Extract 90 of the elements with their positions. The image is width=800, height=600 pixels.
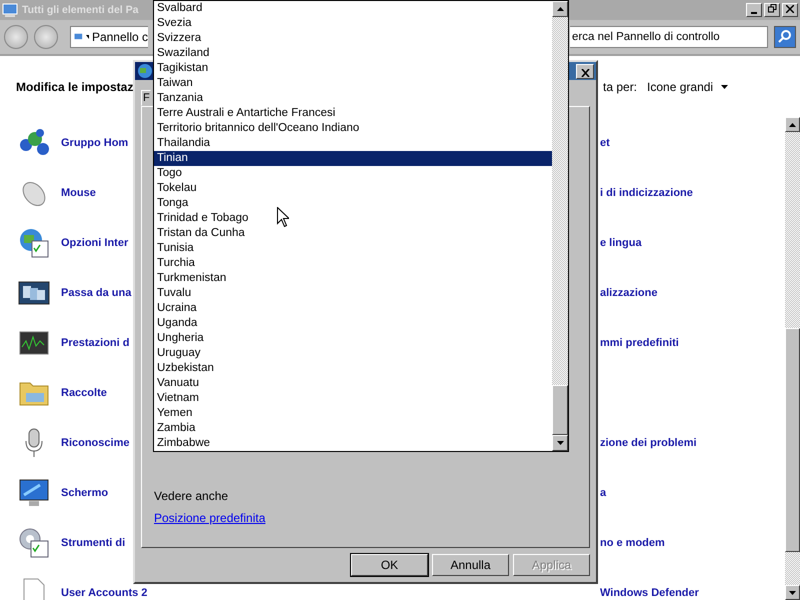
see-also-label: Vedere anche [154, 489, 230, 503]
caret-icon [86, 35, 89, 39]
country-option[interactable]: Vanuatu [154, 376, 552, 391]
restore-icon [768, 4, 776, 13]
country-option[interactable]: Tristan da Cunha [154, 226, 552, 241]
close-icon [580, 68, 590, 76]
country-option[interactable]: Tagikistan [154, 61, 552, 76]
scroll-down-button[interactable] [785, 585, 800, 600]
country-option[interactable]: Zimbabwe [154, 436, 552, 451]
country-option[interactable]: Svalbard [154, 1, 552, 16]
control-panel-item[interactable]: User Accounts 2 [61, 587, 148, 599]
back-button[interactable] [4, 25, 28, 49]
scroll-up-button[interactable] [785, 117, 800, 132]
country-option[interactable]: Svizzera [154, 31, 552, 46]
address-bar[interactable]: Pannello c [70, 26, 148, 48]
country-option[interactable]: Tunisia [154, 241, 552, 256]
search-field[interactable]: erca nel Pannello di controllo [570, 26, 768, 48]
country-option[interactable]: Tanzania [154, 91, 552, 106]
control-panel-item[interactable]: i di indicizzazione [600, 187, 693, 199]
country-option[interactable]: Turkmenistan [154, 271, 552, 286]
country-option[interactable]: Uzbekistan [154, 361, 552, 376]
globe-checklist-icon [18, 227, 50, 259]
globe-icon [137, 63, 153, 79]
control-panel-item[interactable]: et [600, 137, 610, 149]
country-option[interactable]: Togo [154, 166, 552, 181]
control-panel-item[interactable]: Strumenti di [61, 537, 126, 549]
view-dropdown[interactable]: Icone grandi [647, 80, 728, 94]
country-option[interactable]: Ucraina [154, 301, 552, 316]
minimize-icon [751, 12, 757, 14]
address-text: Pannello c [92, 30, 148, 44]
down-arrow-icon [789, 590, 796, 594]
forward-button[interactable] [34, 25, 58, 49]
country-option[interactable]: Tinian [154, 151, 552, 166]
dialog-tab[interactable]: F [141, 90, 151, 106]
country-option[interactable]: Taiwan [154, 76, 552, 91]
down-arrow-icon [556, 441, 564, 445]
page-heading: Modifica le impostaz [16, 80, 134, 94]
country-option[interactable]: Zambia [154, 421, 552, 436]
control-panel-item[interactable]: e lingua [600, 237, 642, 249]
control-panel-item[interactable]: Schermo [61, 487, 108, 499]
control-panel-item[interactable]: Gruppo Hom [61, 137, 128, 149]
dialog-button[interactable]: Annulla [432, 554, 509, 576]
country-option[interactable]: Territorio britannico dell'Oceano Indiano [154, 121, 552, 136]
monitor-icon [18, 477, 50, 509]
country-option[interactable]: Tonga [154, 196, 552, 211]
scroll-down-button[interactable] [552, 435, 568, 451]
up-arrow-icon [789, 122, 796, 126]
scroll-thumb[interactable] [785, 328, 800, 552]
control-panel-item[interactable]: Passa da una [61, 287, 132, 299]
cursor-icon [277, 207, 289, 227]
country-option[interactable]: Vietnam [154, 391, 552, 406]
control-panel-item[interactable]: mmi predefiniti [600, 337, 679, 349]
scroll-thumb[interactable] [552, 385, 568, 435]
scrollbar[interactable] [785, 117, 800, 600]
scroll-up-button[interactable] [552, 1, 568, 17]
control-panel-item[interactable]: zione dei problemi [600, 437, 697, 449]
country-option[interactable]: Uganda [154, 316, 552, 331]
close-button[interactable] [782, 3, 798, 17]
country-option[interactable]: Svezia [154, 16, 552, 31]
country-option[interactable]: Ungheria [154, 331, 552, 346]
dialog-button[interactable]: OK [351, 554, 428, 576]
default-location-link[interactable]: Posizione predefinita [154, 511, 266, 525]
minimize-button[interactable] [746, 3, 762, 17]
control-panel-item[interactable]: Riconoscime [61, 437, 130, 449]
control-panel-item[interactable]: Windows Defender [600, 587, 699, 599]
control-panel-item[interactable]: Prestazioni d [61, 337, 130, 349]
control-panel-item[interactable]: a [600, 487, 606, 499]
control-panel-item[interactable]: Raccolte [61, 387, 107, 399]
search-button[interactable] [774, 26, 796, 48]
control-panel-item[interactable]: Opzioni Inter [61, 237, 128, 249]
restore-button[interactable] [764, 3, 780, 17]
control-panel-item[interactable]: no e modem [600, 537, 665, 549]
control-panel-item[interactable]: alizzazione [600, 287, 658, 299]
list-scrollbar[interactable] [552, 1, 568, 451]
country-option[interactable]: Yemen [154, 406, 552, 421]
country-option[interactable]: Terre Australi e Antartiche Francesi [154, 106, 552, 121]
country-option[interactable]: Uruguay [154, 346, 552, 361]
country-option[interactable]: Thailandia [154, 136, 552, 151]
close-button[interactable] [576, 64, 594, 78]
country-option[interactable]: Turchia [154, 256, 552, 271]
country-option[interactable]: Swaziland [154, 46, 552, 61]
up-arrow-icon [556, 7, 564, 11]
caret-icon [721, 85, 728, 89]
search-icon [778, 28, 792, 42]
country-option[interactable]: Tuvalu [154, 286, 552, 301]
country-option[interactable]: Trinidad e Tobago [154, 211, 552, 226]
country-option[interactable]: Tokelau [154, 181, 552, 196]
view-label: ta per: [603, 80, 638, 94]
close-icon [786, 4, 794, 12]
control-panel-item[interactable]: Mouse [61, 187, 96, 199]
